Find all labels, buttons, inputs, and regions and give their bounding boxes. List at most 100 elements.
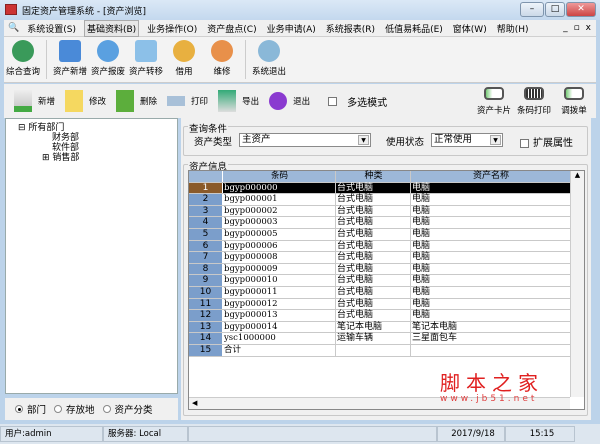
menu-application[interactable]: 业务申请(A) (265, 21, 318, 36)
cell-barcode[interactable]: bgyp000003 (223, 217, 336, 228)
scroll-left-icon[interactable]: ◀ (189, 399, 197, 407)
menu-operations[interactable]: 业务操作(O) (145, 21, 199, 36)
minimize-button[interactable]: – (520, 2, 544, 17)
table-row[interactable]: 1 bgyp000000 台式电脑 电脑 (189, 182, 584, 195)
row-number[interactable]: 1 (189, 182, 223, 194)
cell-barcode[interactable]: bgyp000011 (223, 286, 336, 298)
cell-type[interactable]: 台式电脑 (336, 252, 411, 263)
edit-button[interactable]: 修改 (65, 90, 106, 112)
row-number[interactable]: 3 (189, 205, 223, 217)
radio-department[interactable]: 部门 (15, 402, 46, 416)
cell-name[interactable]: 电脑 (411, 286, 571, 298)
cell-name[interactable]: 电脑 (411, 194, 571, 205)
table-row[interactable]: 11 bgyp000012 台式电脑 电脑 (189, 298, 584, 311)
cell-type[interactable]: 台式电脑 (336, 298, 411, 310)
table-row[interactable]: 8 bgyp000009 台式电脑 电脑 (189, 263, 584, 276)
row-number[interactable]: 13 (189, 321, 223, 333)
mdi-close-button[interactable]: x (584, 22, 593, 34)
cell-name[interactable]: 电脑 (411, 298, 571, 310)
system-exit-button[interactable]: 系统退出 (250, 37, 288, 82)
table-row[interactable]: 9 bgyp000010 台式电脑 电脑 (189, 275, 584, 287)
cell-barcode[interactable]: bgyp000008 (223, 252, 336, 263)
table-row[interactable]: 6 bgyp000006 台式电脑 电脑 (189, 240, 584, 253)
cell-name[interactable]: 电脑 (411, 275, 571, 286)
row-number[interactable]: 4 (189, 217, 223, 228)
cell-name[interactable]: 电脑 (411, 252, 571, 263)
cell-barcode[interactable]: bgyp000010 (223, 275, 336, 286)
row-number[interactable]: 15 (189, 344, 223, 356)
export-button[interactable]: 导出 (218, 90, 259, 112)
row-number[interactable]: 10 (189, 286, 223, 298)
cell-barcode[interactable]: ysc1000000 (223, 333, 336, 344)
cell-barcode[interactable]: bgyp000002 (223, 205, 336, 217)
cell-barcode[interactable]: bgyp000009 (223, 263, 336, 275)
cell-barcode[interactable]: bgyp000001 (223, 194, 336, 205)
cell-name[interactable]: 电脑 (411, 310, 571, 321)
maximize-button[interactable]: □ (545, 2, 565, 17)
menu-window[interactable]: 窗体(W) (451, 21, 489, 36)
cell-type[interactable]: 台式电脑 (336, 310, 411, 321)
asset-scrap-button[interactable]: 资产报废 (89, 37, 127, 82)
cell-type[interactable]: 台式电脑 (336, 182, 411, 194)
cell-barcode[interactable]: bgyp000000 (223, 182, 336, 194)
table-row[interactable]: 4 bgyp000003 台式电脑 电脑 (189, 217, 584, 229)
row-number[interactable]: 12 (189, 310, 223, 321)
tree-node-sales[interactable]: ⊞ 销售部 (42, 153, 177, 163)
cell-barcode[interactable]: 合计 (223, 344, 336, 356)
cell-type[interactable]: 台式电脑 (336, 228, 411, 240)
asset-type-select[interactable]: 主资产 ▼ (239, 133, 371, 147)
row-number[interactable]: 7 (189, 252, 223, 263)
table-row[interactable]: 5 bgyp000005 台式电脑 电脑 (189, 228, 584, 241)
row-number[interactable]: 5 (189, 228, 223, 240)
cell-name[interactable]: 三星面包车 (411, 333, 571, 344)
menu-system[interactable]: 系统设置(S) (25, 21, 78, 36)
add-button[interactable]: 新增 (14, 90, 55, 112)
menu-reports[interactable]: 系统报表(R) (324, 21, 377, 36)
cell-name[interactable]: 电脑 (411, 182, 571, 194)
tree-node-root[interactable]: ⊟ 所有部门 (18, 123, 177, 133)
exit-button[interactable]: 退出 (269, 92, 310, 110)
cell-name[interactable]: 电脑 (411, 228, 571, 240)
cell-type[interactable]: 台式电脑 (336, 217, 411, 228)
row-number[interactable]: 8 (189, 263, 223, 275)
cell-barcode[interactable]: bgyp000014 (223, 321, 336, 333)
menu-basic-data[interactable]: 基础资料(B) (83, 19, 140, 37)
table-row[interactable]: 12 bgyp000013 台式电脑 电脑 (189, 310, 584, 322)
cell-type[interactable]: 运输车辆 (336, 333, 411, 344)
table-row[interactable]: 3 bgyp000002 台式电脑 电脑 (189, 205, 584, 218)
cell-name[interactable]: 电脑 (411, 240, 571, 252)
cell-type[interactable]: 台式电脑 (336, 263, 411, 275)
print-button[interactable]: 打印 (167, 95, 208, 107)
cell-barcode[interactable]: bgyp000013 (223, 310, 336, 321)
table-row[interactable]: 2 bgyp000001 台式电脑 电脑 (189, 194, 584, 206)
cell-barcode[interactable]: bgyp000005 (223, 228, 336, 240)
barcode-print-button[interactable]: 条码打印 (514, 86, 554, 116)
cell-type[interactable]: 台式电脑 (336, 194, 411, 205)
cell-type[interactable] (336, 344, 411, 356)
cell-type[interactable]: 台式电脑 (336, 240, 411, 252)
cell-type[interactable]: 台式电脑 (336, 205, 411, 217)
usage-status-select[interactable]: 正常使用 ▼ (431, 133, 503, 147)
close-button[interactable]: ✕ (566, 2, 596, 17)
cell-barcode[interactable]: bgyp000006 (223, 240, 336, 252)
delete-button[interactable]: 删除 (116, 90, 157, 112)
column-header-type[interactable]: 种类 (336, 171, 411, 182)
row-number[interactable]: 2 (189, 194, 223, 205)
cell-name[interactable]: 电脑 (411, 263, 571, 275)
radio-location[interactable]: 存放地 (54, 402, 95, 416)
mdi-minimize-button[interactable]: _ (561, 22, 570, 34)
table-row[interactable]: 14 ysc1000000 运输车辆 三星面包车 (189, 333, 584, 345)
table-row[interactable]: 15 合计 (189, 344, 584, 357)
vertical-scrollbar[interactable]: ▲ (570, 171, 584, 397)
cell-name[interactable]: 电脑 (411, 217, 571, 228)
table-row[interactable]: 10 bgyp000011 台式电脑 电脑 (189, 286, 584, 299)
mdi-restore-button[interactable]: ▫ (572, 22, 582, 34)
cell-barcode[interactable]: bgyp000012 (223, 298, 336, 310)
cell-name[interactable]: 电脑 (411, 205, 571, 217)
scroll-up-icon[interactable]: ▲ (571, 171, 584, 179)
tree-node-software[interactable]: 软件部 (52, 143, 177, 153)
cell-type[interactable]: 台式电脑 (336, 275, 411, 286)
cell-name[interactable] (411, 344, 571, 356)
asset-transfer-button[interactable]: 资产转移 (127, 37, 165, 82)
extended-attr-checkbox[interactable]: 扩展属性 (520, 134, 573, 149)
